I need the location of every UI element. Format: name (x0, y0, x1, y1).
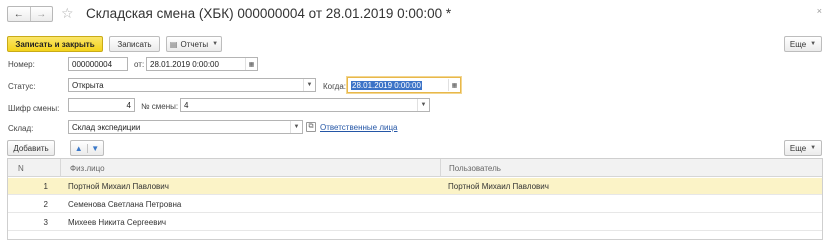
table-row[interactable]: 3 Михеев Никита Сергеевич (8, 214, 822, 231)
status-select[interactable]: Открыта ▼ (68, 78, 316, 92)
chevron-down-icon: ▼ (810, 145, 817, 151)
table-row[interactable]: 1 Портной Михаил Павлович Портной Михаил… (8, 178, 822, 195)
reports-label: Отчеты (180, 39, 209, 49)
calendar-icon[interactable]: ▦ (245, 58, 257, 70)
more-button[interactable]: Еще ▼ (784, 36, 822, 52)
shift-number-label: № смены: (141, 102, 179, 111)
arrow-down-icon[interactable]: ▼ (86, 143, 104, 153)
persons-table: N Физ.лицо Пользователь 1 Портной Михаил… (7, 158, 823, 240)
table-more-label: Еще (789, 143, 807, 153)
chevron-down-icon[interactable]: ▼ (417, 99, 429, 111)
when-value: 28.01.2019 0:00:00 (351, 80, 422, 90)
add-button[interactable]: Добавить (7, 140, 55, 156)
forward-arrow-icon[interactable]: → (29, 7, 53, 21)
window-title: Складская смена (ХБК) 000000004 от 28.01… (86, 6, 452, 21)
arrow-up-icon[interactable]: ▲ (71, 144, 87, 153)
shift-number-select[interactable]: 4 ▼ (180, 98, 430, 112)
favorite-star-icon[interactable]: ☆ (61, 5, 74, 22)
column-divider (440, 159, 441, 177)
chevron-down-icon: ▼ (212, 41, 219, 47)
status-label: Статус: (8, 82, 36, 91)
move-buttons: ▲ ▼ (70, 140, 104, 156)
calendar-icon[interactable]: ▦ (448, 79, 460, 91)
from-label: от: (134, 60, 145, 69)
chevron-down-icon[interactable]: ▼ (290, 121, 302, 133)
table-more-button[interactable]: Еще ▼ (784, 140, 822, 156)
column-header-user[interactable]: Пользователь (449, 159, 501, 177)
status-value: Открыта (72, 80, 104, 90)
close-icon[interactable]: × (817, 6, 822, 16)
number-field[interactable]: 000000004 (68, 57, 128, 71)
number-value: 000000004 (72, 59, 113, 69)
when-label: Когда: (323, 82, 347, 91)
open-link-icon[interactable]: ⧉ (306, 122, 316, 132)
number-label: Номер: (8, 60, 35, 69)
column-header-person[interactable]: Физ.лицо (70, 159, 105, 177)
table-header: N Физ.лицо Пользователь (8, 159, 822, 177)
reports-icon: ▤ (169, 39, 178, 49)
shift-code-label: Шифр смены: (8, 104, 60, 113)
more-label: Еще (789, 39, 807, 49)
shift-code-field[interactable]: 4 (68, 98, 135, 112)
row-number: 3 (43, 218, 48, 227)
date-field[interactable]: 28.01.2019 0:00:00 ▦ (146, 57, 258, 71)
column-divider (60, 159, 61, 177)
chevron-down-icon[interactable]: ▼ (303, 79, 315, 91)
warehouse-select[interactable]: Склад экспедиции ▼ (68, 120, 303, 134)
save-button[interactable]: Записать (109, 36, 160, 52)
date-value: 28.01.2019 0:00:00 (150, 59, 219, 69)
row-person: Семенова Светлана Петровна (68, 200, 182, 209)
navigation-buttons: ← → (7, 6, 53, 22)
chevron-down-icon: ▼ (810, 41, 817, 47)
table-row[interactable]: 2 Семенова Светлана Петровна (8, 196, 822, 213)
when-field[interactable]: 28.01.2019 0:00:00 ▦ (347, 77, 461, 93)
row-user: Портной Михаил Павлович (448, 182, 549, 191)
shift-number-value: 4 (184, 100, 189, 110)
shift-code-value: 4 (126, 100, 131, 110)
save-and-close-button[interactable]: Записать и закрыть (7, 36, 103, 52)
reports-button[interactable]: ▤ Отчеты ▼ (166, 36, 222, 52)
column-header-n[interactable]: N (18, 159, 24, 177)
row-number: 2 (43, 200, 48, 209)
warehouse-label: Склад: (8, 124, 34, 133)
responsible-persons-link[interactable]: Ответственные лица (320, 123, 398, 132)
row-person: Портной Михаил Павлович (68, 182, 169, 191)
warehouse-value: Склад экспедиции (72, 122, 141, 132)
row-number: 1 (43, 182, 48, 191)
row-person: Михеев Никита Сергеевич (68, 218, 167, 227)
back-arrow-icon[interactable]: ← (8, 7, 30, 21)
